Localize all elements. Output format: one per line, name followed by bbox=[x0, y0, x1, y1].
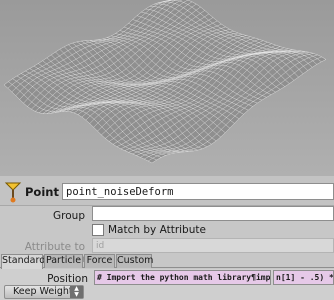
group-label: Group bbox=[53, 210, 85, 222]
dropdown-arrows-icon: ▲ ▼ bbox=[70, 286, 83, 298]
position-y-expression-field[interactable]: n[1] - .5) * bbox=[273, 270, 334, 285]
keep-weight-label: Keep Weight bbox=[13, 286, 73, 297]
group-field[interactable] bbox=[92, 206, 334, 221]
standard-tab-body: Position # Import the python math librar… bbox=[0, 269, 334, 300]
node-type-label: Point bbox=[25, 185, 59, 199]
3d-viewport[interactable] bbox=[0, 0, 334, 176]
tab-force[interactable]: Force bbox=[84, 254, 115, 268]
position-x-expression-field[interactable]: # Import the python math library¶impo bbox=[94, 270, 271, 285]
attribute-to-match-field: id bbox=[92, 238, 334, 253]
node-header: Point point_noiseDeform bbox=[0, 176, 334, 206]
point-sop-icon[interactable] bbox=[2, 180, 24, 204]
tab-custom[interactable]: Custom bbox=[116, 254, 153, 268]
match-by-attribute-label: Match by Attribute bbox=[108, 224, 206, 236]
tab-particle[interactable]: Particle bbox=[44, 254, 83, 268]
keep-weight-dropdown[interactable]: Keep Weight ▲ ▼ bbox=[4, 285, 84, 299]
mesh-wireframe bbox=[3, 0, 327, 164]
parameter-tabs: Standard Particle Force Custom bbox=[0, 254, 334, 269]
match-by-attribute-checkbox[interactable] bbox=[92, 224, 104, 236]
parameter-pane: Point point_noiseDeform Group Match by A… bbox=[0, 176, 334, 300]
position-label: Position bbox=[47, 273, 88, 285]
node-name-field[interactable]: point_noiseDeform bbox=[62, 183, 334, 200]
tab-standard[interactable]: Standard bbox=[1, 254, 45, 269]
noise-deformed-grid-mesh bbox=[3, 0, 327, 164]
